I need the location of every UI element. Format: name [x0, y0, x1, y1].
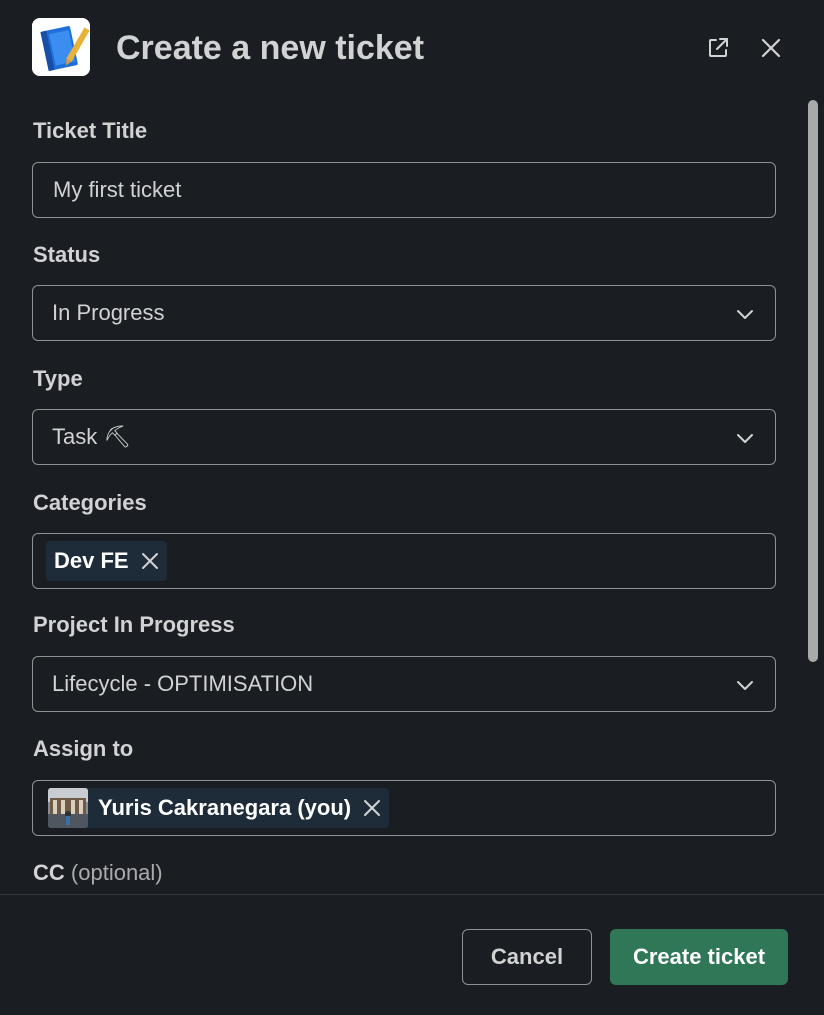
remove-chip-icon[interactable] — [141, 552, 159, 570]
category-chip: Dev FE — [46, 541, 167, 581]
external-link-icon — [706, 36, 730, 60]
close-icon — [760, 37, 782, 59]
type-label: Type — [33, 366, 83, 391]
status-select[interactable]: In Progress — [32, 285, 776, 341]
project-select[interactable]: Lifecycle - OPTIMISATION — [32, 656, 776, 712]
assign-to-label: Assign to — [33, 736, 134, 761]
assign-to-multiselect[interactable]: Yuris Cakranegara (you) — [32, 780, 776, 836]
create-ticket-button[interactable]: Create ticket — [610, 929, 788, 985]
modal-header: Create a new ticket — [0, 0, 824, 96]
avatar — [48, 788, 88, 828]
chevron-down-icon — [735, 428, 755, 448]
close-button[interactable] — [753, 30, 789, 66]
ticket-title-value: My first ticket — [53, 177, 182, 202]
cc-label: CC (optional) — [33, 860, 163, 886]
categories-label: Categories — [33, 490, 147, 515]
chevron-down-icon — [735, 675, 755, 695]
project-value: Lifecycle - OPTIMISATION — [52, 671, 314, 696]
category-chip-label: Dev FE — [54, 548, 129, 573]
modal-footer: Cancel Create ticket — [0, 894, 824, 1015]
ticket-title-input[interactable]: My first ticket — [32, 162, 776, 218]
chevron-down-icon — [735, 304, 755, 324]
status-label: Status — [33, 242, 101, 267]
form-body: Ticket Title My first ticket Status In P… — [0, 96, 824, 894]
status-value: In Progress — [52, 300, 165, 325]
scrollbar[interactable] — [808, 100, 818, 662]
project-label: Project In Progress — [33, 612, 235, 637]
assignee-chip-label: Yuris Cakranegara (you) — [98, 795, 352, 820]
create-ticket-modal: Create a new ticket Ticket Title My firs… — [0, 0, 824, 1015]
popout-button[interactable] — [700, 30, 736, 66]
ticket-title-label: Ticket Title — [33, 118, 148, 143]
cancel-button[interactable]: Cancel — [462, 929, 592, 985]
type-select[interactable]: Task ⛏ — [32, 409, 776, 465]
cc-optional-hint: (optional) — [70, 860, 163, 885]
assignee-chip: Yuris Cakranegara (you) — [48, 788, 390, 828]
notebook-app-icon — [32, 18, 90, 76]
modal-title: Create a new ticket — [116, 29, 425, 67]
cc-label-text: CC — [33, 860, 65, 885]
type-value: Task ⛏ — [52, 424, 132, 449]
categories-multiselect[interactable]: Dev FE — [32, 533, 776, 589]
remove-chip-icon[interactable] — [363, 799, 381, 817]
